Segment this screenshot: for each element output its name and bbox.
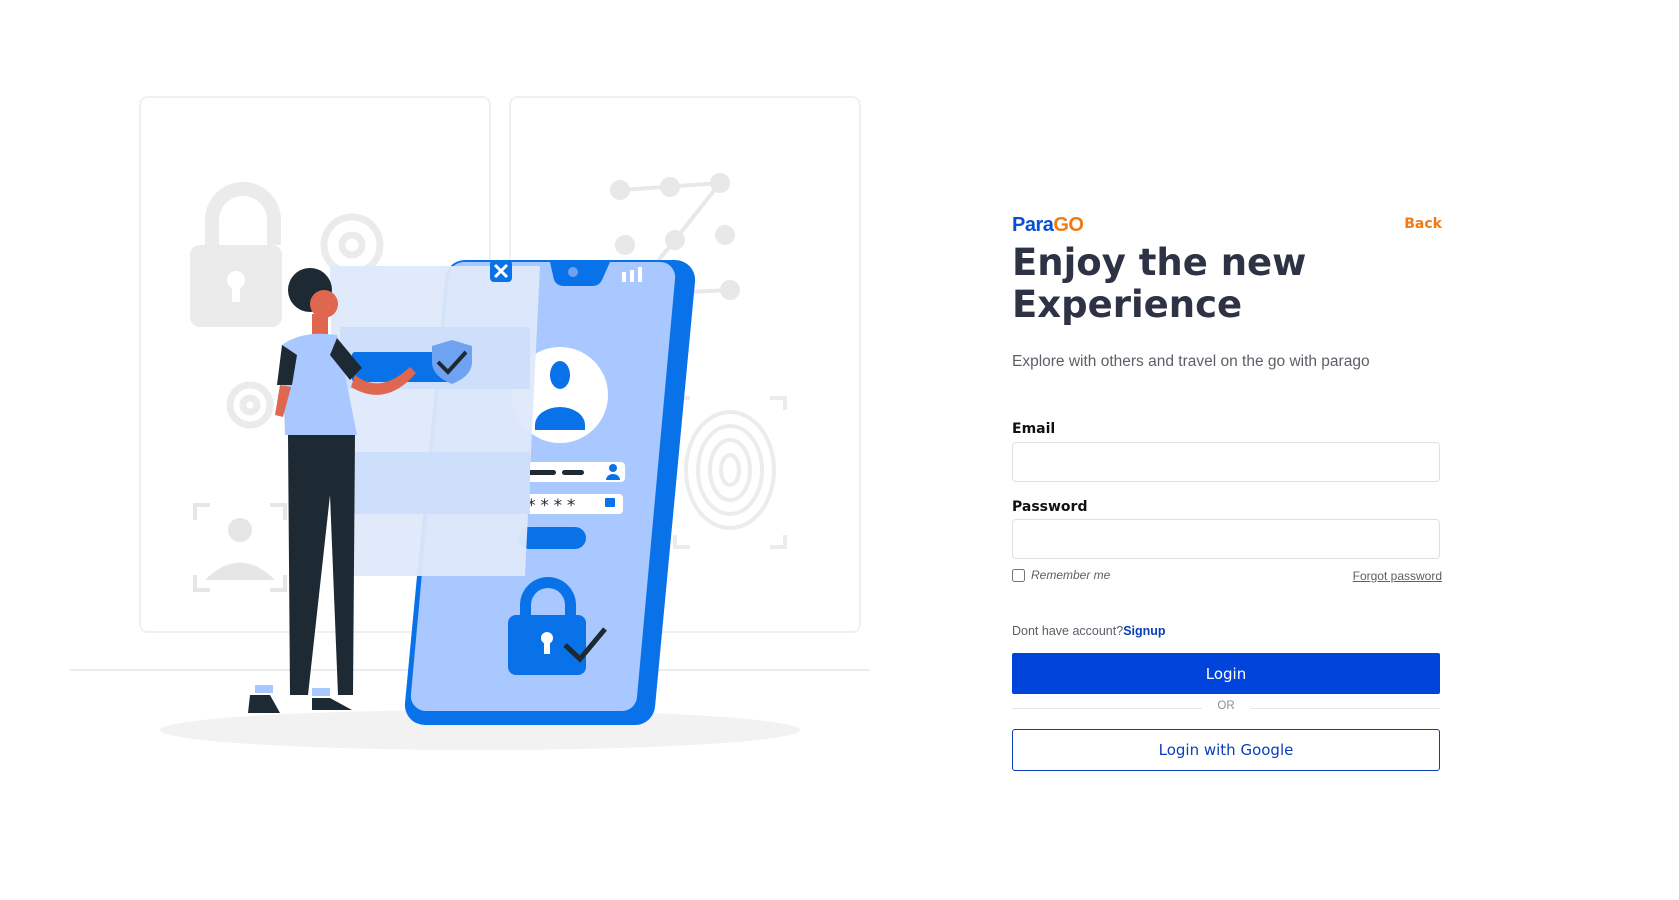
signup-link[interactable]: Signup (1123, 624, 1165, 638)
google-login-button[interactable]: Login with Google (1012, 729, 1440, 771)
floating-login-card (330, 260, 540, 576)
login-button[interactable]: Login (1012, 653, 1440, 694)
divider-line-left (1012, 708, 1202, 709)
divider-line-right (1250, 708, 1440, 709)
email-field[interactable] (1012, 442, 1440, 482)
no-account-text: Dont have account? (1012, 624, 1124, 638)
page-subtitle: Explore with others and travel on the go… (1012, 353, 1370, 370)
login-illustration: ***** (70, 96, 870, 750)
or-text: OR (1217, 700, 1235, 712)
page-title: Enjoy the new Experience (1012, 241, 1307, 326)
parago-logo: ParaGO (1012, 214, 1084, 237)
remember-me-label: Remember me (1031, 568, 1111, 582)
logo-text-main: Para (1012, 214, 1054, 236)
remember-me-row: Remember me (1012, 568, 1110, 582)
remember-me-checkbox[interactable] (1012, 568, 1025, 582)
password-field[interactable] (1012, 519, 1440, 559)
forgot-password-link[interactable]: Forgot password (1353, 569, 1442, 583)
back-link[interactable]: Back (1404, 216, 1442, 232)
or-divider: OR (1012, 700, 1440, 716)
signup-prompt: Dont have account?Signup (1012, 624, 1166, 638)
password-label: Password (1012, 499, 1088, 515)
email-label: Email (1012, 421, 1056, 437)
logo-text-accent: GO (1053, 214, 1084, 236)
